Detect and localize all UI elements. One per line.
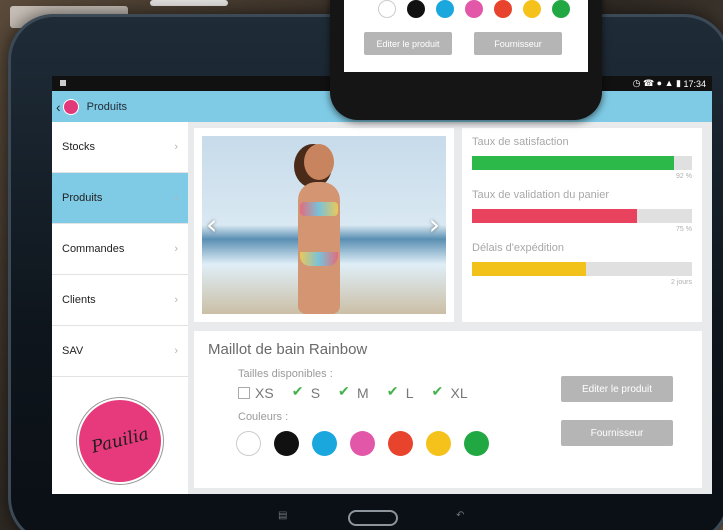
- page-title: Produits: [86, 100, 128, 113]
- back-arrow-icon[interactable]: ‹: [56, 99, 61, 115]
- chevron-right-icon: ›: [174, 294, 178, 306]
- stat-satisfaction: Taux de satisfaction 92 %: [472, 136, 692, 183]
- chevron-right-icon: ›: [174, 243, 178, 255]
- stat-shipping-delay: Délais d'expédition 2 jours: [472, 242, 692, 289]
- chevron-right-icon: ›: [174, 345, 178, 357]
- color-swatch-green[interactable]: [552, 0, 570, 18]
- brand-logo-text: Pauilia: [89, 424, 151, 458]
- phone-device: Editer le produit Fournisseur: [330, 0, 602, 120]
- stat-label: Taux de validation du panier: [472, 189, 609, 201]
- sidebar-item-clients[interactable]: Clients ›: [52, 275, 188, 326]
- previous-arrow-icon[interactable]: ‹: [206, 208, 217, 241]
- chevron-right-icon: ›: [174, 141, 178, 153]
- size-option-l[interactable]: L: [387, 383, 414, 401]
- stat-bar: [472, 209, 637, 223]
- phone-screen: Editer le produit Fournisseur: [344, 0, 588, 72]
- phone-supplier-button[interactable]: Fournisseur: [474, 32, 562, 55]
- sidebar-item-label: Stocks: [62, 141, 96, 153]
- back-icon[interactable]: ↶: [456, 510, 464, 521]
- sidebar-item-label: SAV: [62, 345, 84, 357]
- home-button[interactable]: [348, 510, 398, 526]
- stat-track: [472, 209, 692, 223]
- stat-value: 75 %: [676, 226, 692, 233]
- size-label: M: [357, 385, 369, 401]
- sidebar: Stocks › Produits › Commandes › Clients …: [52, 122, 188, 494]
- size-option-xs[interactable]: XS: [238, 385, 274, 401]
- color-swatch-blue[interactable]: [312, 431, 337, 456]
- status-icons: ◷ ☎ ● ▲ ▮: [632, 78, 684, 88]
- status-time: 17:34: [683, 78, 706, 89]
- checkbox[interactable]: [292, 383, 306, 400]
- phone-edit-product-button[interactable]: Editer le produit: [364, 32, 452, 55]
- sidebar-item-label: Commandes: [62, 243, 125, 255]
- checkbox[interactable]: [432, 383, 446, 400]
- stats-panel: Taux de satisfaction 92 % Taux de valida…: [462, 128, 702, 322]
- stat-track: [472, 262, 692, 276]
- phone-color-options: [378, 0, 588, 18]
- color-swatch-yellow[interactable]: [426, 431, 451, 456]
- size-label: XS: [255, 385, 274, 401]
- brand-logo: Pauilia: [79, 400, 161, 482]
- color-swatch-white[interactable]: [236, 431, 261, 456]
- size-label: XL: [450, 385, 468, 401]
- sidebar-item-label: Clients: [62, 294, 96, 306]
- color-swatch-blue[interactable]: [436, 0, 454, 18]
- sidebar-item-produits[interactable]: Produits ›: [52, 173, 188, 224]
- next-arrow-icon[interactable]: ›: [429, 208, 440, 241]
- android-nav-bar: ▤ ↶: [8, 502, 723, 530]
- stat-label: Délais d'expédition: [472, 242, 564, 254]
- stat-label: Taux de satisfaction: [472, 136, 569, 148]
- background-card: [150, 0, 228, 6]
- color-swatch-red[interactable]: [388, 431, 413, 456]
- stat-cart-validation: Taux de validation du panier 75 %: [472, 189, 692, 236]
- color-swatch-red[interactable]: [494, 0, 512, 18]
- checkbox[interactable]: [387, 383, 401, 400]
- color-swatch-black[interactable]: [407, 0, 425, 18]
- sidebar-item-label: Produits: [62, 192, 103, 204]
- chevron-right-icon: ›: [174, 192, 178, 204]
- product-photo: ‹ ›: [202, 136, 446, 314]
- app-logo-icon: [62, 98, 79, 115]
- checkbox[interactable]: [338, 383, 352, 400]
- stat-bar: [472, 262, 587, 276]
- color-swatch-pink[interactable]: [465, 0, 483, 18]
- size-option-s[interactable]: S: [292, 383, 321, 401]
- color-swatch-green[interactable]: [464, 431, 489, 456]
- color-swatch-pink[interactable]: [350, 431, 375, 456]
- sidebar-item-stocks[interactable]: Stocks ›: [52, 122, 188, 173]
- edit-product-button[interactable]: Editer le produit: [561, 376, 673, 402]
- sidebar-item-sav[interactable]: SAV ›: [52, 326, 188, 377]
- tablet-screen: ◷ ☎ ● ▲ ▮ 17:34 ‹ Produits Stocks › Prod…: [52, 76, 712, 494]
- checkbox[interactable]: [238, 387, 250, 399]
- stat-value: 2 jours: [670, 279, 692, 286]
- color-swatch-white[interactable]: [378, 0, 396, 18]
- notification-icon: [60, 80, 66, 86]
- product-title: Maillot de bain Rainbow: [208, 341, 368, 358]
- product-image-panel: ‹ ›: [194, 128, 454, 322]
- stat-track: [472, 156, 692, 170]
- product-details-panel: Maillot de bain Rainbow Tailles disponib…: [194, 331, 702, 488]
- sidebar-item-commandes[interactable]: Commandes ›: [52, 224, 188, 275]
- supplier-button[interactable]: Fournisseur: [561, 420, 673, 446]
- stat-bar: [472, 156, 675, 170]
- model-figure: [284, 144, 354, 314]
- size-label: S: [310, 385, 321, 401]
- stat-value: 92 %: [676, 173, 692, 180]
- size-label: L: [405, 385, 414, 401]
- color-swatch-yellow[interactable]: [523, 0, 541, 18]
- size-option-xl[interactable]: XL: [432, 383, 468, 401]
- color-swatch-black[interactable]: [274, 431, 299, 456]
- size-option-m[interactable]: M: [338, 383, 369, 401]
- menu-icon[interactable]: ▤: [278, 510, 287, 521]
